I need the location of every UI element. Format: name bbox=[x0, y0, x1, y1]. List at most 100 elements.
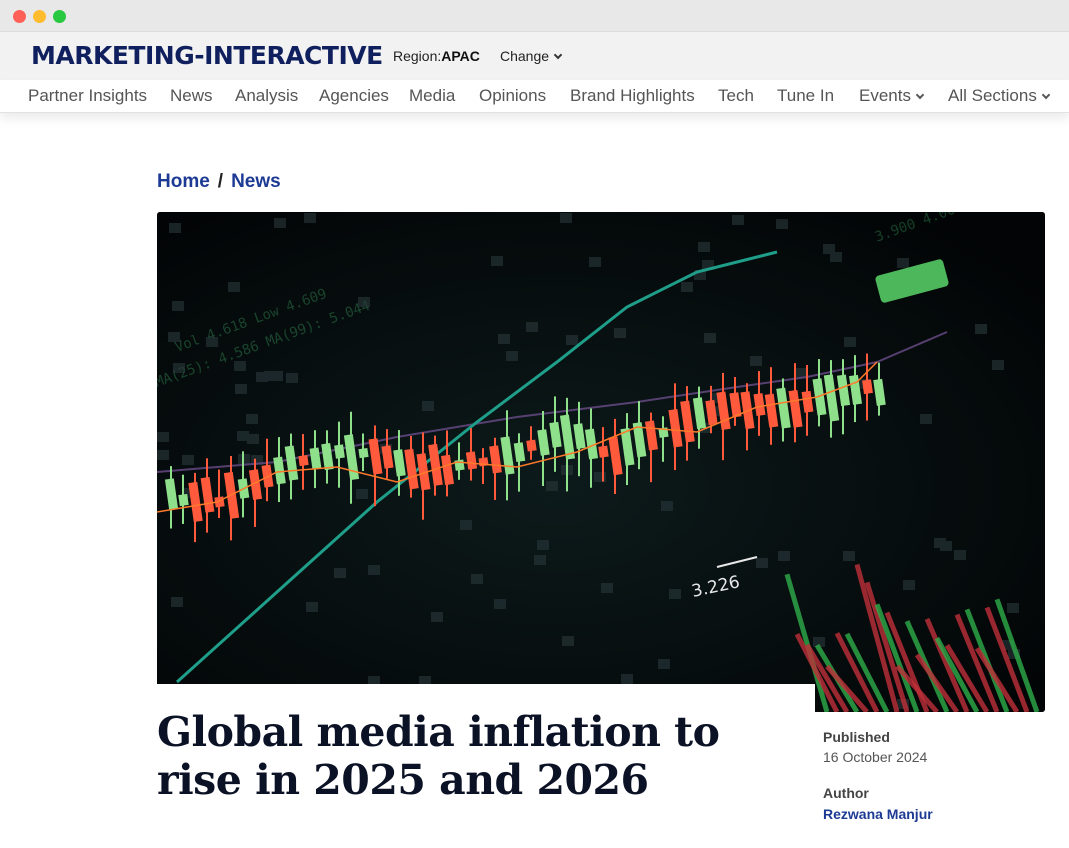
bg-tile bbox=[471, 574, 483, 584]
main-nav: Partner Insights News Analysis Agencies … bbox=[0, 80, 1069, 113]
bg-tile bbox=[171, 597, 183, 607]
bg-tile bbox=[506, 351, 518, 361]
minimize-window-icon[interactable] bbox=[33, 10, 46, 23]
nav-item-tech[interactable]: Tech bbox=[718, 86, 754, 106]
bg-tile bbox=[661, 501, 673, 511]
bg-tile bbox=[246, 414, 258, 424]
bg-tile bbox=[157, 450, 169, 460]
nav-item-media[interactable]: Media bbox=[409, 86, 455, 106]
bg-tile bbox=[234, 361, 246, 371]
candle-body bbox=[178, 493, 189, 507]
bg-tile bbox=[368, 565, 380, 575]
bg-tile bbox=[431, 612, 443, 622]
candle-body bbox=[526, 439, 537, 452]
bg-tile bbox=[614, 328, 626, 338]
bg-tile bbox=[546, 481, 558, 491]
bg-tile bbox=[698, 242, 710, 252]
nav-item-news[interactable]: News bbox=[170, 86, 213, 106]
bg-tile bbox=[228, 282, 240, 292]
nav-item-events[interactable]: Events bbox=[859, 86, 925, 106]
breadcrumb-news-link[interactable]: News bbox=[231, 171, 281, 192]
nav-item-agencies[interactable]: Agencies bbox=[319, 86, 389, 106]
candle-body bbox=[298, 455, 309, 467]
hero-image: MA(25): 4.586 MA(99): 5.044 Vol 4.618 Lo… bbox=[157, 212, 1045, 712]
bg-tile bbox=[566, 335, 578, 345]
bg-tile bbox=[182, 455, 194, 465]
bg-tile bbox=[356, 489, 368, 499]
author-link[interactable]: Rezwana Manjur bbox=[823, 806, 933, 822]
bg-tile bbox=[172, 301, 184, 311]
bg-tile bbox=[306, 602, 318, 612]
bg-tile bbox=[358, 297, 370, 307]
bg-tile bbox=[491, 256, 503, 266]
bg-tile bbox=[830, 252, 842, 262]
published-label: Published bbox=[823, 729, 890, 745]
candle-body bbox=[862, 379, 873, 395]
nav-item-opinions[interactable]: Opinions bbox=[479, 86, 546, 106]
bg-tile bbox=[903, 580, 915, 590]
bg-tile bbox=[844, 337, 856, 347]
bg-tile bbox=[237, 431, 249, 441]
bg-tile bbox=[954, 550, 966, 560]
nav-item-analysis[interactable]: Analysis bbox=[235, 86, 298, 106]
bg-tile bbox=[562, 636, 574, 646]
author-meta: Author Rezwana Manjur bbox=[823, 785, 933, 822]
site-logo[interactable]: MARKETING-INTERACTIVE bbox=[31, 41, 383, 70]
window-titlebar bbox=[0, 0, 1069, 32]
bg-tile bbox=[897, 258, 909, 268]
bg-tile bbox=[778, 551, 790, 561]
maximize-window-icon[interactable] bbox=[53, 10, 66, 23]
nav-item-events-label: Events bbox=[859, 86, 911, 105]
chevron-down-icon bbox=[1041, 90, 1051, 100]
region-value: APAC bbox=[441, 48, 480, 64]
bg-tile bbox=[658, 659, 670, 669]
bg-tile bbox=[494, 599, 506, 609]
bg-tile bbox=[732, 215, 744, 225]
bg-tile bbox=[537, 540, 549, 550]
bg-tile bbox=[304, 213, 316, 223]
bg-tile bbox=[992, 360, 1004, 370]
bg-tile bbox=[271, 371, 283, 381]
published-meta: Published 16 October 2024 bbox=[823, 729, 927, 765]
bg-tile bbox=[776, 219, 788, 229]
article-headline: Global media inflation to rise in 2025 a… bbox=[157, 708, 720, 804]
author-label: Author bbox=[823, 785, 869, 801]
region-indicator: Region:APAC bbox=[393, 48, 480, 64]
nav-item-all-sections[interactable]: All Sections bbox=[948, 86, 1051, 106]
bg-tile bbox=[173, 363, 185, 373]
bg-tile bbox=[274, 218, 286, 228]
bg-tile bbox=[534, 555, 546, 565]
bg-tile bbox=[334, 568, 346, 578]
candle-body bbox=[454, 459, 465, 471]
breadcrumb-home-link[interactable]: Home bbox=[157, 171, 210, 192]
site-header: MARKETING-INTERACTIVE Region:APAC Change bbox=[0, 32, 1069, 80]
nav-item-tune-in[interactable]: Tune In bbox=[777, 86, 834, 106]
bg-tile bbox=[256, 372, 268, 382]
candle-body bbox=[358, 447, 369, 459]
bg-tile bbox=[460, 520, 472, 530]
chevron-down-icon bbox=[553, 50, 563, 60]
nav-item-partner-insights[interactable]: Partner Insights bbox=[28, 86, 147, 106]
bg-tile bbox=[235, 384, 247, 394]
bg-tile bbox=[704, 333, 716, 343]
bg-tile bbox=[934, 538, 946, 548]
bg-tile bbox=[157, 432, 169, 442]
close-window-icon[interactable] bbox=[13, 10, 26, 23]
bg-tile bbox=[498, 334, 510, 344]
nav-item-brand-highlights[interactable]: Brand Highlights bbox=[570, 86, 695, 106]
bg-tile bbox=[756, 558, 768, 568]
stock-candlestick-photo: MA(25): 4.586 MA(99): 5.044 Vol 4.618 Lo… bbox=[157, 212, 1045, 712]
candle-body bbox=[598, 445, 609, 458]
chevron-down-icon bbox=[915, 90, 925, 100]
bg-tile bbox=[168, 332, 180, 342]
bg-tile bbox=[286, 373, 298, 383]
change-region-button[interactable]: Change bbox=[500, 48, 563, 64]
bg-tile bbox=[601, 583, 613, 593]
bg-tile bbox=[1007, 603, 1019, 613]
bg-tile bbox=[206, 337, 218, 347]
bg-tile bbox=[422, 401, 434, 411]
bg-tile bbox=[526, 322, 538, 332]
bg-tile bbox=[669, 589, 681, 599]
published-date: 16 October 2024 bbox=[823, 749, 928, 765]
bg-tile bbox=[594, 472, 606, 482]
